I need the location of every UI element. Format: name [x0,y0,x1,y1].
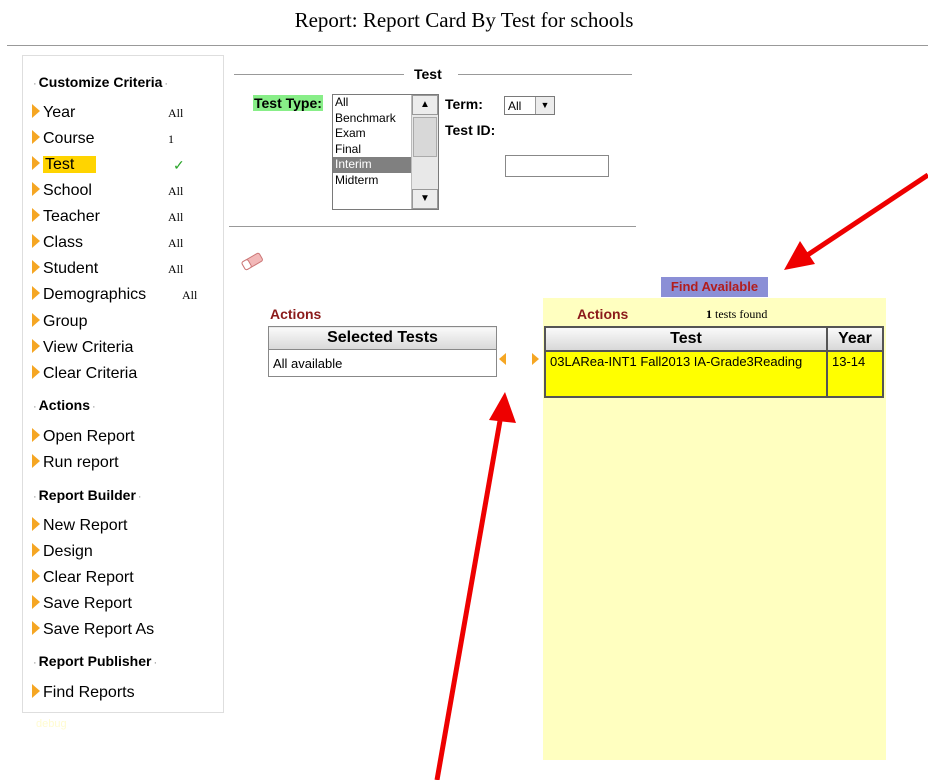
term-label: Term: [445,96,483,112]
listbox-scrollbar[interactable]: ▲ ▼ [411,95,438,209]
arrow-icon [32,260,40,275]
term-select[interactable]: All ▼ [504,96,555,115]
sidebar-item-save-report-as[interactable]: Save Report As [32,619,202,641]
debug-link[interactable]: debug [36,718,67,730]
year-column-header: Year [826,326,884,352]
chevron-down-icon[interactable]: ▼ [535,97,554,114]
sidebar-item-test[interactable]: Test ✓ [32,154,202,176]
test-id-input[interactable] [505,155,609,177]
arrow-icon [32,428,40,443]
available-actions-title: Actions [577,306,629,322]
test-cell[interactable]: 03LARea-INT1 Fall2013 IA-Grade3Reading [544,350,828,398]
fieldset-border-left [234,74,404,75]
sidebar-item-school[interactable]: School All [32,180,202,202]
sidebar-item-run-report[interactable]: Run report [32,452,202,474]
arrow-icon [32,684,40,699]
find-available-button[interactable]: Find Available [661,277,768,297]
sidebar-item-design[interactable]: Design [32,541,202,563]
selected-tests-header: Selected Tests [268,326,497,350]
sidebar-item-clear-report[interactable]: Clear Report [32,567,202,589]
selected-actions-title: Actions [270,306,322,322]
arrow-icon [32,339,40,354]
arrow-icon [32,156,40,171]
arrow-icon [32,517,40,532]
sidebar-item-find-reports[interactable]: Find Reports [32,682,202,704]
sidebar-item-group[interactable]: Group [32,311,202,333]
test-fieldset-legend: Test [414,66,442,82]
arrow-icon [32,595,40,610]
move-left-icon[interactable] [499,353,506,365]
sidebar-item-open-report[interactable]: Open Report [32,426,202,448]
scroll-up-icon[interactable]: ▲ [412,95,438,115]
checkmark-icon: ✓ [173,157,185,173]
table-row[interactable]: 03LARea-INT1 Fall2013 IA-Grade3Reading 1… [544,350,884,398]
sidebar-item-demographics[interactable]: Demographics All [32,284,202,306]
year-cell[interactable]: 13-14 [826,350,884,398]
scroll-down-icon[interactable]: ▼ [412,189,438,209]
test-type-option[interactable]: Midterm [333,173,412,189]
arrow-icon [32,313,40,328]
arrow-icon [32,365,40,380]
tests-found-count: 1 tests found [706,307,768,321]
sidebar-item-year[interactable]: Year All [32,102,202,124]
arrow-icon [32,182,40,197]
arrow-icon [32,569,40,584]
test-column-header: Test [544,326,828,352]
available-tests-table: Test Year 03LARea-INT1 Fall2013 IA-Grade… [544,326,884,398]
sidebar: · Customize Criteria · Year All Course 1 Tes… [22,55,224,713]
annotation-arrow-move [434,392,516,780]
annotation-arrow-find [784,172,928,270]
test-type-option[interactable]: Benchmark [333,111,412,127]
arrow-icon [32,130,40,145]
sidebar-item-course[interactable]: Course 1 [32,128,202,150]
test-type-option[interactable]: All [333,95,412,111]
sidebar-item-clear-criteria[interactable]: Clear Criteria [32,363,202,385]
sidebar-item-teacher[interactable]: Teacher All [32,206,202,228]
sidebar-item-new-report[interactable]: New Report [32,515,202,537]
move-right-icon[interactable] [532,353,539,365]
fieldset-border-bottom [229,226,636,227]
page-title: Report: Report Card By Test for schools [294,8,634,32]
section-customize-criteria: · Customize Criteria · [33,74,169,90]
selected-tests-table: Selected Tests All available [268,326,497,377]
arrow-icon [32,208,40,223]
sidebar-item-view-criteria[interactable]: View Criteria [32,337,202,359]
test-type-option[interactable]: Final [333,142,412,158]
test-type-option-selected[interactable]: Interim [333,157,412,173]
test-type-label: Test Type: [253,95,323,111]
arrow-icon [32,621,40,636]
sidebar-item-class[interactable]: Class All [32,232,202,254]
eraser-icon[interactable] [237,251,267,271]
arrow-icon [32,543,40,558]
test-id-label: Test ID: [445,122,496,138]
title-divider [7,45,928,46]
test-type-listbox[interactable]: All Benchmark Exam Final Interim Midterm… [332,94,439,210]
arrow-icon [32,286,40,301]
arrow-icon [32,454,40,469]
sidebar-item-save-report[interactable]: Save Report [32,593,202,615]
selected-row[interactable]: All available [268,349,497,377]
scroll-thumb[interactable] [413,117,437,157]
arrow-icon [32,234,40,249]
fieldset-border-right [458,74,632,75]
sidebar-item-student[interactable]: Student All [32,258,202,280]
arrow-icon [32,104,40,119]
test-type-option[interactable]: Exam [333,126,412,142]
section-report-publisher: · Report Publisher · [33,653,158,669]
section-report-builder: · Report Builder · [33,487,142,503]
section-actions: · Actions · [33,397,96,413]
